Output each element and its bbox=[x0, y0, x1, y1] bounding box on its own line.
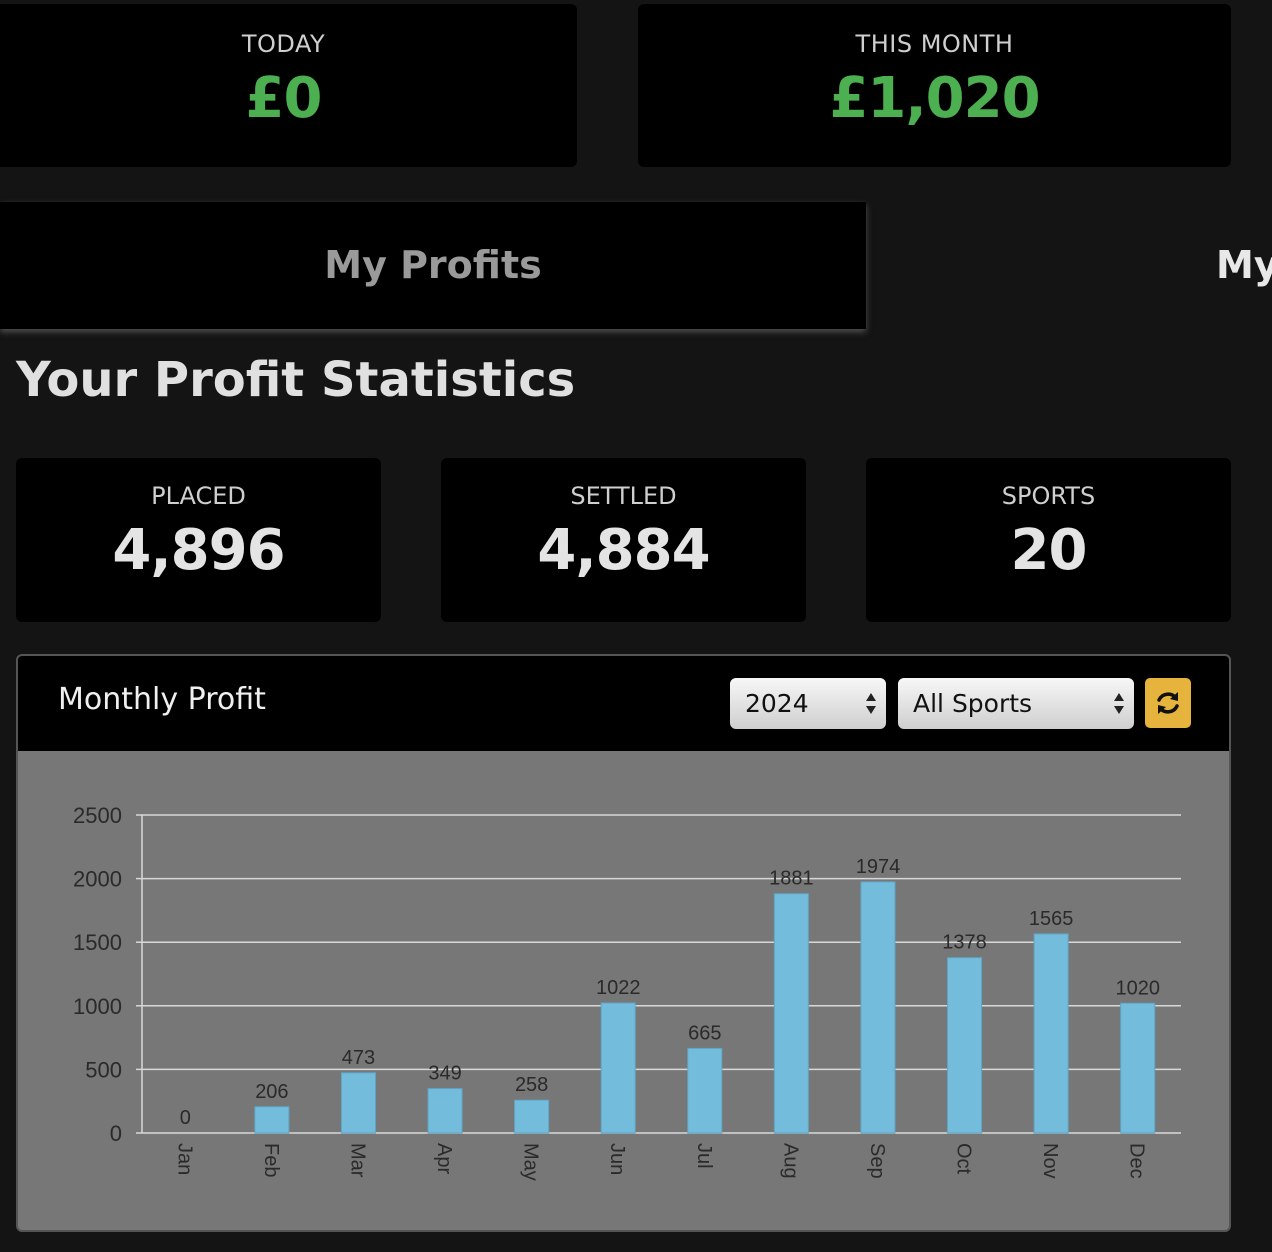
bar bbox=[427, 1088, 463, 1134]
data-label: 1378 bbox=[942, 932, 987, 954]
bar bbox=[1120, 1002, 1156, 1134]
sports-label: SPORTS bbox=[1001, 482, 1096, 510]
data-label: 1020 bbox=[1115, 977, 1160, 999]
page-title: Your Profit Statistics bbox=[16, 352, 576, 408]
x-tick-label: Dec bbox=[1126, 1143, 1148, 1179]
y-tick-label: 0 bbox=[110, 1121, 122, 1146]
select-arrows-icon bbox=[866, 693, 876, 714]
bar-chart: 0 500 1000 1500 2000 2500 0 Jan 206 Feb 473 Mar 349 A… bbox=[73, 803, 1181, 1181]
x-tick-label: Feb bbox=[260, 1143, 282, 1177]
this-month-value: £1,020 bbox=[829, 66, 1040, 131]
this-month-label: THIS MONTH bbox=[855, 30, 1014, 58]
data-label: 1022 bbox=[596, 977, 641, 999]
bar bbox=[254, 1106, 290, 1134]
tab-my-other[interactable]: My bbox=[1216, 202, 1272, 329]
placed-value: 4,896 bbox=[112, 518, 285, 583]
x-tick-label: Aug bbox=[779, 1143, 801, 1179]
y-tick-label: 2500 bbox=[73, 803, 122, 828]
x-tick-label: Jan bbox=[173, 1143, 195, 1175]
sport-select[interactable]: All Sports bbox=[898, 678, 1134, 729]
x-tick-label: Jul bbox=[693, 1143, 715, 1169]
data-label: 349 bbox=[428, 1063, 461, 1085]
bar bbox=[340, 1072, 376, 1134]
this-month-card: THIS MONTH £1,020 bbox=[638, 4, 1231, 167]
bar bbox=[860, 881, 896, 1134]
placed-card: PLACED 4,896 bbox=[16, 458, 381, 622]
data-label: 665 bbox=[688, 1022, 721, 1044]
today-value: £0 bbox=[245, 66, 323, 131]
x-tick-label: Oct bbox=[953, 1143, 975, 1175]
x-tick-label: May bbox=[520, 1143, 542, 1181]
year-select[interactable]: 2024 bbox=[730, 678, 886, 729]
data-label: 1974 bbox=[856, 856, 901, 878]
data-label: 0 bbox=[180, 1107, 191, 1129]
data-label: 206 bbox=[255, 1081, 288, 1103]
bar bbox=[514, 1099, 550, 1134]
data-label: 1881 bbox=[769, 868, 814, 890]
today-card: TODAY £0 bbox=[0, 4, 577, 167]
placed-label: PLACED bbox=[151, 482, 246, 510]
x-tick-label: Nov bbox=[1039, 1143, 1061, 1179]
data-label: 258 bbox=[515, 1074, 548, 1096]
settled-card: SETTLED 4,884 bbox=[441, 458, 806, 622]
x-tick-label: Mar bbox=[346, 1143, 368, 1178]
today-label: TODAY bbox=[241, 30, 326, 58]
monthly-profit-panel: Monthly Profit 2024 All Sports 0 500 100… bbox=[16, 654, 1231, 1232]
data-label: 1565 bbox=[1029, 908, 1074, 930]
panel-title: Monthly Profit bbox=[58, 682, 266, 717]
select-arrows-icon bbox=[1114, 693, 1124, 714]
year-select-value: 2024 bbox=[745, 689, 809, 718]
y-tick-label: 500 bbox=[85, 1057, 122, 1082]
sports-value: 20 bbox=[1010, 518, 1088, 583]
bar bbox=[773, 893, 809, 1134]
sport-select-value: All Sports bbox=[913, 689, 1033, 718]
settled-value: 4,884 bbox=[537, 518, 710, 583]
tab-my-profits[interactable]: My Profits bbox=[0, 202, 866, 329]
y-tick-label: 1000 bbox=[73, 994, 122, 1019]
x-tick-label: Jun bbox=[606, 1143, 628, 1175]
panel-header: Monthly Profit 2024 All Sports bbox=[18, 656, 1229, 751]
monthly-profit-chart: 0 500 1000 1500 2000 2500 0 Jan 206 Feb 473 Mar 349 A… bbox=[18, 751, 1229, 1230]
refresh-button[interactable] bbox=[1145, 678, 1191, 728]
data-label: 473 bbox=[342, 1047, 375, 1069]
bar bbox=[687, 1047, 723, 1134]
y-tick-label: 2000 bbox=[73, 867, 122, 892]
refresh-icon bbox=[1157, 692, 1179, 714]
x-tick-label: Sep bbox=[866, 1143, 888, 1179]
sports-card: SPORTS 20 bbox=[866, 458, 1231, 622]
settled-label: SETTLED bbox=[570, 482, 677, 510]
x-tick-label: Apr bbox=[433, 1143, 455, 1174]
bar bbox=[600, 1002, 636, 1134]
bar bbox=[947, 957, 983, 1134]
bar bbox=[1033, 933, 1069, 1134]
y-tick-label: 1500 bbox=[73, 930, 122, 955]
